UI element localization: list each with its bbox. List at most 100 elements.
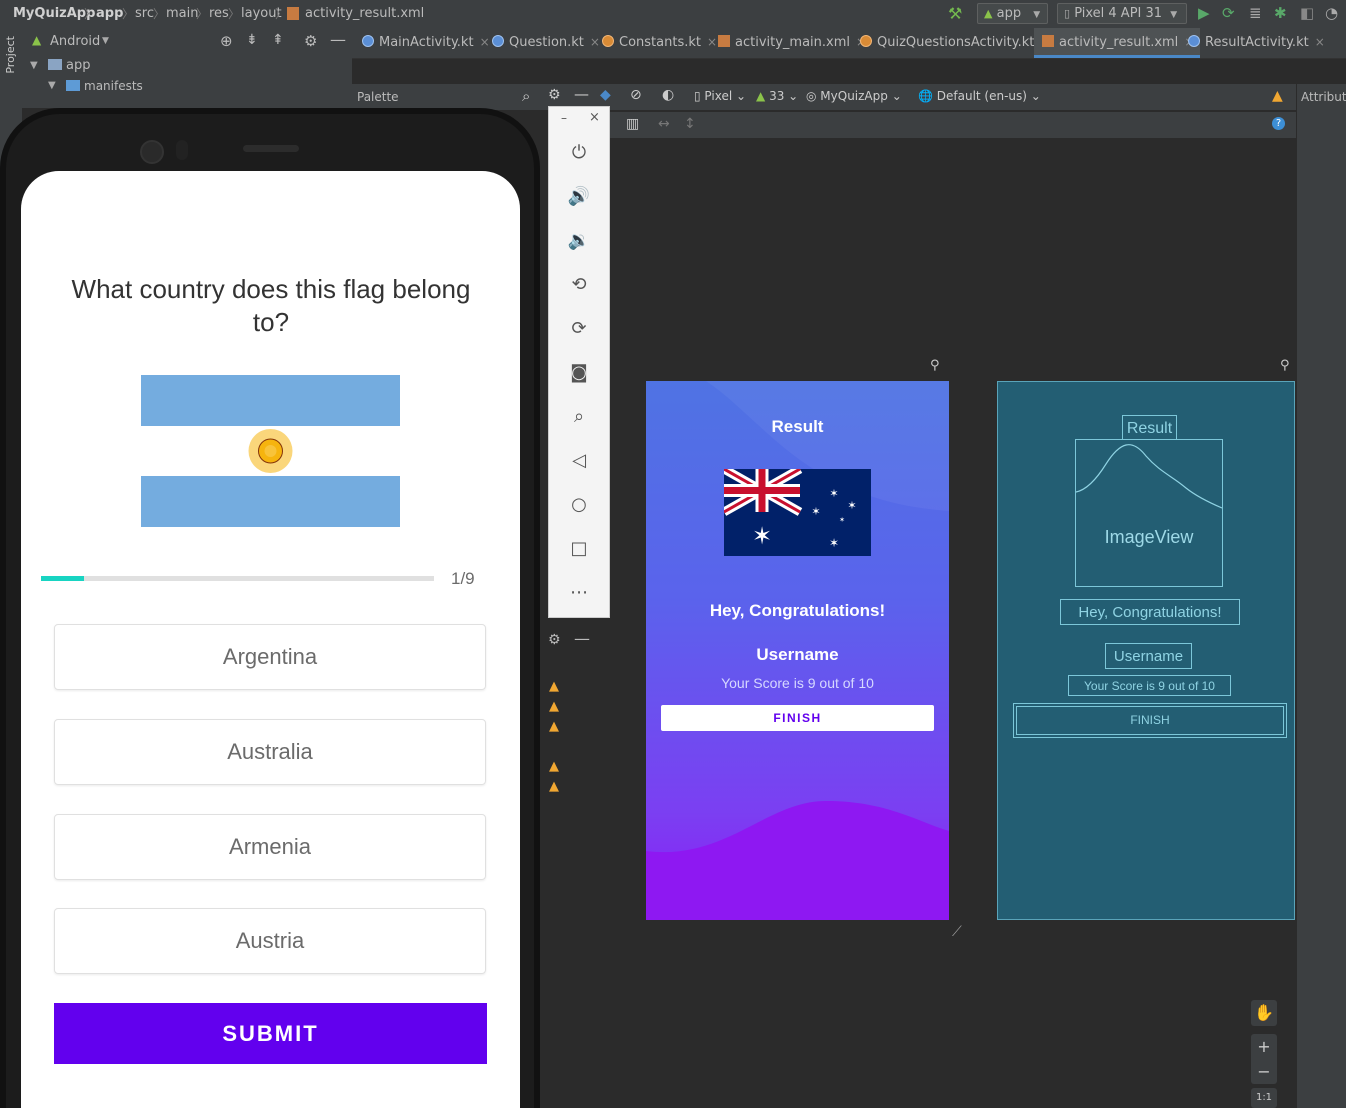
minimize-icon[interactable]: – xyxy=(561,111,567,125)
option-austria[interactable]: Austria xyxy=(54,908,486,974)
volume-up-icon[interactable]: 🔊 xyxy=(567,185,591,209)
vertical-resize-icon[interactable]: ↕ xyxy=(684,116,696,132)
expand-all-icon[interactable]: ⇟ xyxy=(246,32,258,48)
zoom-icon[interactable]: ⌕ xyxy=(567,405,591,429)
breadcrumb-src[interactable]: src xyxy=(135,6,154,21)
close-icon[interactable]: × xyxy=(590,35,600,49)
blueprint-username[interactable]: Username xyxy=(1105,643,1192,669)
help-icon[interactable]: ? xyxy=(1272,117,1285,130)
hide-palette-icon[interactable]: — xyxy=(574,85,589,103)
tab-constants[interactable]: Constants.kt × xyxy=(602,28,717,58)
warning-icon[interactable]: ▲ xyxy=(1272,88,1283,104)
run-config-select[interactable]: ▲ app ▼ xyxy=(977,3,1048,24)
rotate-left-icon[interactable]: ⟲ xyxy=(567,273,591,297)
camera-icon[interactable]: ◙ xyxy=(567,361,591,385)
chevron-down-icon[interactable]: ▼ xyxy=(30,60,38,71)
folder-icon xyxy=(66,80,80,91)
more-icon[interactable]: ⋯ xyxy=(567,581,591,605)
apply-code-changes-icon[interactable]: ≣ xyxy=(1249,4,1262,22)
hide-panel-icon[interactable]: — xyxy=(574,629,590,648)
breadcrumb-file[interactable]: activity_result.xml xyxy=(305,6,424,21)
gear-icon[interactable]: ⚙ xyxy=(304,32,317,50)
device-select[interactable]: ▯ Pixel ⌄ xyxy=(694,89,746,103)
breadcrumb-main[interactable]: main xyxy=(166,6,198,21)
chevron-down-icon: ▼ xyxy=(102,36,109,46)
blueprint-preview[interactable]: Result ImageView Hey, Congratulations! U… xyxy=(997,381,1295,920)
night-mode-icon[interactable]: ◐ xyxy=(662,87,674,103)
emulator-screen[interactable]: What country does this flag belong to? 1… xyxy=(21,171,520,1108)
warning-icon[interactable]: ▲ xyxy=(549,680,563,693)
warning-icon[interactable]: ▲ xyxy=(549,780,563,793)
breadcrumb-module[interactable]: app xyxy=(96,6,123,21)
tab-activity-result[interactable]: activity_result.xml× xyxy=(1034,28,1201,58)
zoom-in-icon[interactable]: + xyxy=(1251,1034,1277,1059)
question-text: What country does this flag belong to? xyxy=(71,274,471,337)
tab-activity-main[interactable]: activity_main.xml× xyxy=(718,28,866,58)
submit-button[interactable]: SUBMIT xyxy=(54,1003,487,1064)
orientation-icon[interactable]: ⊘ xyxy=(630,87,642,103)
resize-handle-icon[interactable]: ⟋ xyxy=(952,924,962,940)
tree-item-app[interactable]: app xyxy=(66,58,90,73)
rotate-right-icon[interactable]: ⟳ xyxy=(567,317,591,341)
build-hammer-icon[interactable]: ⚒ xyxy=(948,4,962,23)
tab-mainactivity[interactable]: MainActivity.kt × xyxy=(362,28,490,58)
close-icon[interactable]: × xyxy=(707,35,717,49)
finish-button[interactable]: FINISH xyxy=(661,705,934,731)
blueprint-congrats[interactable]: Hey, Congratulations! xyxy=(1060,599,1240,625)
blueprint-score[interactable]: Your Score is 9 out of 10 xyxy=(1068,675,1231,696)
blueprint-title[interactable]: Result xyxy=(1122,415,1177,440)
back-icon[interactable]: ◁ xyxy=(567,449,591,473)
tab-question[interactable]: Question.kt × xyxy=(492,28,600,58)
run-icon[interactable]: ▶ xyxy=(1198,4,1210,22)
locale-label: Default (en-us) xyxy=(936,89,1027,103)
device-select[interactable]: ▯ Pixel 4 API 31 ▼ xyxy=(1057,3,1187,24)
chevron-down-icon[interactable]: ▼ xyxy=(48,80,56,91)
gear-icon[interactable]: ⚙ xyxy=(548,87,561,103)
warning-icon[interactable]: ▲ xyxy=(549,760,563,773)
volume-down-icon[interactable]: 🔉 xyxy=(567,229,591,253)
wrench-icon[interactable]: ⚲ xyxy=(1280,358,1290,373)
attributes-panel: Attribute xyxy=(1296,84,1346,1108)
theme-select[interactable]: ◎ MyQuizApp ⌄ xyxy=(806,89,902,103)
tab-quizquestions[interactable]: QuizQuestionsActivity.kt× xyxy=(860,28,1050,58)
blueprint-imageview[interactable]: ImageView xyxy=(1075,439,1223,587)
warning-icon[interactable]: ▲ xyxy=(549,700,563,713)
blueprint-finish[interactable]: FINISH xyxy=(1013,703,1287,738)
option-armenia[interactable]: Armenia xyxy=(54,814,486,880)
close-icon[interactable]: × xyxy=(1315,35,1325,49)
close-icon[interactable]: × xyxy=(589,110,600,125)
warning-icon[interactable]: ▲ xyxy=(549,720,563,733)
home-icon[interactable]: ○ xyxy=(567,493,591,517)
zoom-fit-button[interactable]: 1:1 xyxy=(1251,1088,1277,1108)
horizontal-resize-icon[interactable]: ↔ xyxy=(658,116,670,132)
locale-select[interactable]: 🌐 Default (en-us) ⌄ xyxy=(918,89,1041,103)
pan-hand-icon[interactable]: ✋ xyxy=(1251,1000,1277,1026)
tree-item-manifests[interactable]: manifests xyxy=(84,79,143,93)
zoom-out-icon[interactable]: − xyxy=(1251,1059,1277,1084)
design-toolbar: Palette ⌕ ⚙ — ◆ ⊘ ◐ ▯ Pixel ⌄ ▲ 33 ⌄ ◎ M… xyxy=(352,84,1346,110)
power-icon[interactable]: ⏻ xyxy=(567,141,591,165)
close-icon[interactable]: × xyxy=(480,35,490,49)
layers-icon[interactable]: ◆ xyxy=(600,87,611,103)
overview-icon[interactable]: □ xyxy=(567,537,591,561)
debug-icon[interactable]: ✱ xyxy=(1274,4,1287,22)
tab-resultactivity[interactable]: ResultActivity.kt × xyxy=(1188,28,1325,58)
project-view-select[interactable]: Android xyxy=(50,34,100,49)
search-icon[interactable]: ⌕ xyxy=(522,87,530,105)
option-australia[interactable]: Australia xyxy=(54,719,486,785)
project-tool-tab[interactable]: Project xyxy=(4,36,17,74)
column-icon[interactable]: ▥ xyxy=(626,116,639,132)
breadcrumb-res[interactable]: res xyxy=(209,6,229,21)
api-select[interactable]: ▲ 33 ⌄ xyxy=(756,89,798,103)
option-argentina[interactable]: Argentina xyxy=(54,624,486,690)
locate-icon[interactable]: ⊕ xyxy=(220,32,233,50)
apply-changes-icon[interactable]: ⟳ xyxy=(1222,4,1235,22)
gear-icon[interactable]: ⚙ xyxy=(548,632,561,648)
collapse-all-icon[interactable]: ⇞ xyxy=(272,32,284,48)
design-preview[interactable]: Result ✶ ✶ ✶ ✶ ✶ ✶ Hey, Congratulations!… xyxy=(646,381,949,920)
profiler-icon[interactable]: ◔ xyxy=(1325,4,1338,22)
wrench-icon[interactable]: ⚲ xyxy=(930,358,940,373)
hide-panel-icon[interactable]: — xyxy=(330,30,346,49)
attach-debugger-icon[interactable]: ◧ xyxy=(1300,4,1314,22)
design-subtoolbar: ▥ ↔ ↕ ? xyxy=(610,112,1296,138)
